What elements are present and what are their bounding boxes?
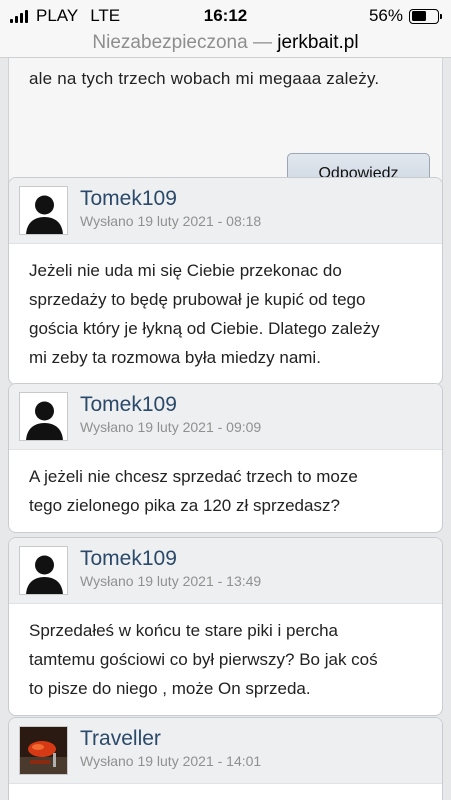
user-photo-avatar[interactable]: [19, 726, 68, 775]
post-header: Tomek109 Wysłano 19 luty 2021 - 09:09: [9, 384, 442, 450]
status-bar: PLAY LTE 16:12 56%: [0, 0, 451, 32]
post-header: Tomek109 Wysłano 19 luty 2021 - 13:49: [9, 538, 442, 604]
battery-percentage: 56%: [368, 6, 403, 25]
author-link[interactable]: Traveller: [80, 727, 161, 751]
thread-content[interactable]: ale na tych trzech wobach mi megaaa zale…: [0, 58, 451, 800]
post-body: Sprzedałeś w końcu te stare piki i perch…: [9, 604, 442, 715]
post-line: Sprzedałeś w końcu te stare piki i perch…: [29, 621, 338, 640]
post-date: Wysłano 19 luty 2021 - 13:49: [80, 573, 262, 589]
post: Tomek109 Wysłano 19 luty 2021 - 08:18 Je…: [8, 177, 443, 385]
post-line: A jeżeli nie chcesz sprzedać trzech to m…: [29, 467, 358, 486]
status-right: 56%: [368, 6, 442, 26]
previous-post-text: ale na tych trzech wobach mi megaaa zale…: [29, 69, 380, 88]
default-avatar-icon[interactable]: [19, 392, 68, 441]
domain-label: jerkbait.pl: [277, 32, 359, 53]
default-avatar-icon[interactable]: [19, 546, 68, 595]
address-bar[interactable]: Niezabezpieczona — jerkbait.pl: [0, 32, 451, 58]
post-line: Jeżeli nie uda mi się Ciebie przekonac d…: [29, 261, 342, 280]
post-date: Wysłano 19 luty 2021 - 14:01: [80, 753, 262, 769]
post-date: Wysłano 19 luty 2021 - 09:09: [80, 419, 262, 435]
default-avatar-icon[interactable]: [19, 186, 68, 235]
battery-fill: [411, 11, 426, 21]
post: Traveller Wysłano 19 luty 2021 - 14:01: [8, 717, 443, 800]
post-line: tamtemu gościowi co był pierwszy? Bo jak…: [29, 650, 378, 669]
post-date: Wysłano 19 luty 2021 - 08:18: [80, 213, 262, 229]
post-body: A jeżeli nie chcesz sprzedać trzech to m…: [9, 450, 442, 532]
battery-icon: [409, 8, 442, 24]
post-line: to pisze do niego , może On sprzeda.: [29, 679, 311, 698]
security-label: Niezabezpieczona —: [92, 32, 272, 53]
post-header: Traveller Wysłano 19 luty 2021 - 14:01: [9, 718, 442, 784]
post-line: mi zeby ta rozmowa była miedzy nami.: [29, 348, 321, 367]
post-line: sprzedaży to będę prubował je kupić od t…: [29, 290, 366, 309]
author-link[interactable]: Tomek109: [80, 187, 177, 211]
post: Tomek109 Wysłano 19 luty 2021 - 09:09 A …: [8, 383, 443, 533]
post-line: gościa który je łykną od Ciebie. Dlatego…: [29, 319, 380, 338]
post-body: Jeżeli nie uda mi się Ciebie przekonac d…: [9, 244, 442, 384]
author-link[interactable]: Tomek109: [80, 547, 177, 571]
post: Tomek109 Wysłano 19 luty 2021 - 13:49 Sp…: [8, 537, 443, 716]
author-link[interactable]: Tomek109: [80, 393, 177, 417]
post-header: Tomek109 Wysłano 19 luty 2021 - 08:18: [9, 178, 442, 244]
post-line: tego zielonego pika za 120 zł sprzedasz?: [29, 496, 340, 515]
